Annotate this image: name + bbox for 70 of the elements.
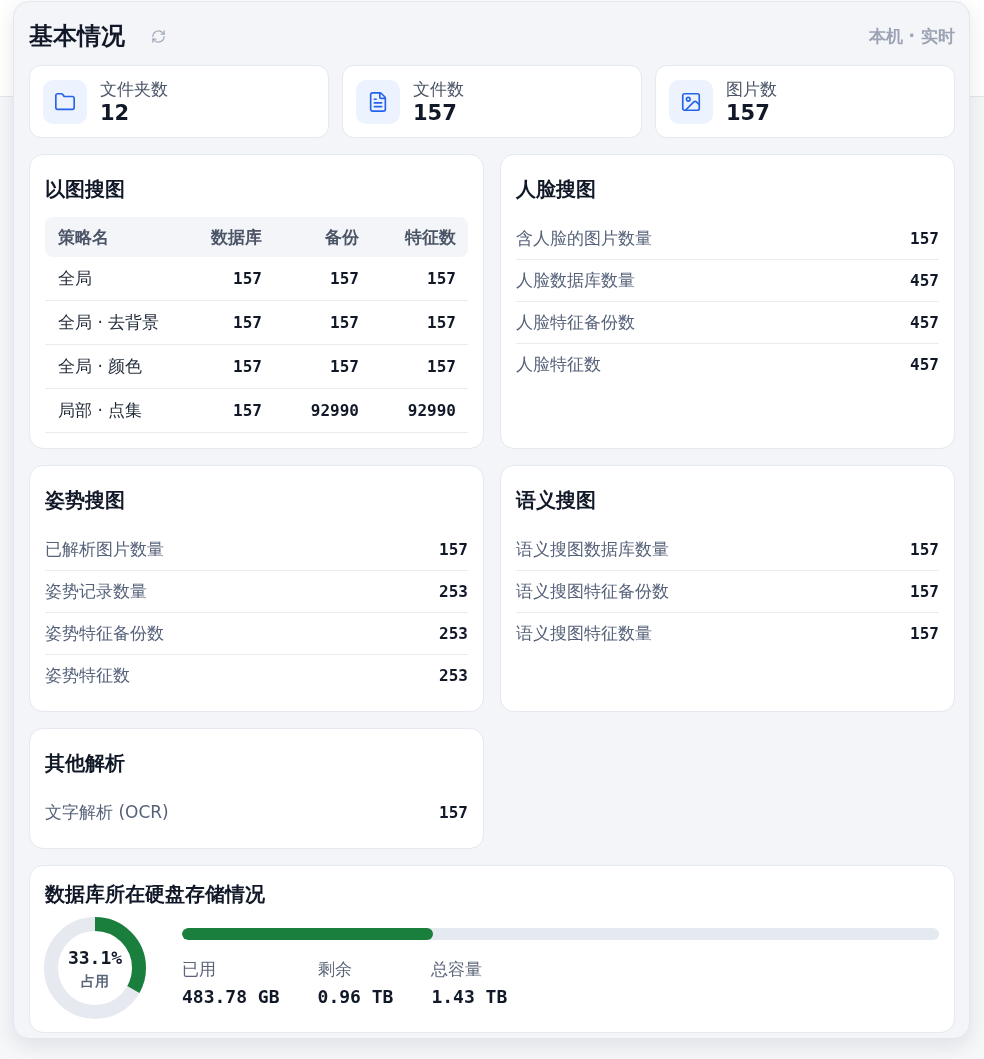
- document-icon: [356, 79, 400, 124]
- stat-value: 12: [100, 99, 131, 126]
- table-cell-text: 157: [329, 269, 359, 288]
- storage-label: 剩余: [317, 958, 353, 981]
- stat-value: 457: [910, 313, 939, 332]
- stat-value: 457: [910, 355, 939, 374]
- stat-value: 157: [726, 99, 771, 126]
- stat-value: 253: [439, 624, 468, 643]
- usage-caption: 占用: [81, 971, 109, 990]
- table-cell-text: 157: [329, 357, 359, 376]
- stat-label: 语义搜图特征数量: [516, 622, 652, 645]
- stat-value: 157: [439, 539, 468, 559]
- stat-label: 文件夹数: [100, 77, 168, 100]
- table-cell-text: 全局 · 去背景: [58, 311, 161, 334]
- table-cell-text: 92990: [309, 401, 359, 420]
- stat-label: 语义搜图数据库数量: [516, 537, 669, 561]
- stat-value: 157: [413, 99, 458, 126]
- stat-value: 253: [439, 666, 468, 685]
- table-cell-text: 157: [232, 401, 262, 420]
- storage-label: 已用: [182, 958, 217, 981]
- table-cell-text: 全局: [58, 267, 93, 290]
- table-cell-text: 157: [426, 269, 456, 288]
- stat-label: 人脸特征数: [516, 353, 601, 376]
- column-header: 策略名: [58, 225, 110, 249]
- section-title: 其他解析: [45, 750, 126, 777]
- section-title: 以图搜图: [45, 176, 126, 203]
- table-cell-text: 157: [232, 269, 262, 288]
- usage-percent: 33.1%: [67, 946, 123, 969]
- stat-value: 157: [910, 624, 939, 643]
- section-title: 数据库所在硬盘存储情况: [45, 881, 266, 908]
- stat-value: 157: [910, 228, 939, 248]
- section-title: 人脸搜图: [516, 176, 597, 203]
- stat-value: 253: [439, 582, 468, 601]
- column-header: 备份: [324, 225, 359, 249]
- table-cell-text: 157: [232, 357, 262, 376]
- stat-label: 姿势特征数: [45, 664, 130, 687]
- table-cell-text: 157: [426, 357, 456, 376]
- stat-label: 人脸特征备份数: [516, 311, 635, 334]
- panel-title: 基本情况: [29, 21, 125, 52]
- storage-label: 总容量: [431, 958, 484, 981]
- table-cell-text: 全局 · 颜色: [58, 355, 144, 378]
- column-header: 特征数: [403, 225, 456, 249]
- stat-label: 姿势记录数量: [45, 580, 147, 603]
- table-cell-text: 157: [232, 313, 262, 332]
- stat-value: 157: [910, 539, 939, 559]
- section-title: 语义搜图: [516, 487, 597, 514]
- table-cell-text: 157: [426, 313, 456, 332]
- stat-label: 已解析图片数量: [45, 537, 164, 561]
- storage-value: 0.96 TB: [317, 985, 394, 1009]
- stat-label: 文件数: [413, 77, 464, 100]
- folder-icon: [43, 79, 87, 124]
- refresh-icon[interactable]: [151, 28, 166, 44]
- stat-label: 语义搜图特征备份数: [516, 580, 669, 603]
- stat-label: 姿势特征备份数: [45, 622, 164, 645]
- stat-label: 文字解析 (OCR): [45, 800, 169, 824]
- table-cell-text: 92990: [406, 401, 456, 420]
- storage-value: 483.78 GB: [182, 985, 280, 1009]
- picture-icon: [669, 79, 713, 124]
- column-header: 数据库: [210, 225, 262, 249]
- storage-value: 1.43 TB: [431, 985, 508, 1009]
- stat-value: 157: [910, 582, 939, 601]
- table-cell-text: 157: [329, 313, 359, 332]
- stat-label: 图片数: [726, 77, 777, 100]
- stat-label: 含人脸的图片数量: [516, 226, 652, 250]
- table-cell-text: 局部 · 点集: [58, 399, 144, 422]
- stat-value: 157: [439, 802, 468, 822]
- scope-label: 本机 · 实时: [868, 25, 955, 48]
- stat-value: 457: [910, 271, 939, 290]
- stat-label: 人脸数据库数量: [516, 269, 635, 292]
- section-title: 姿势搜图: [45, 487, 126, 514]
